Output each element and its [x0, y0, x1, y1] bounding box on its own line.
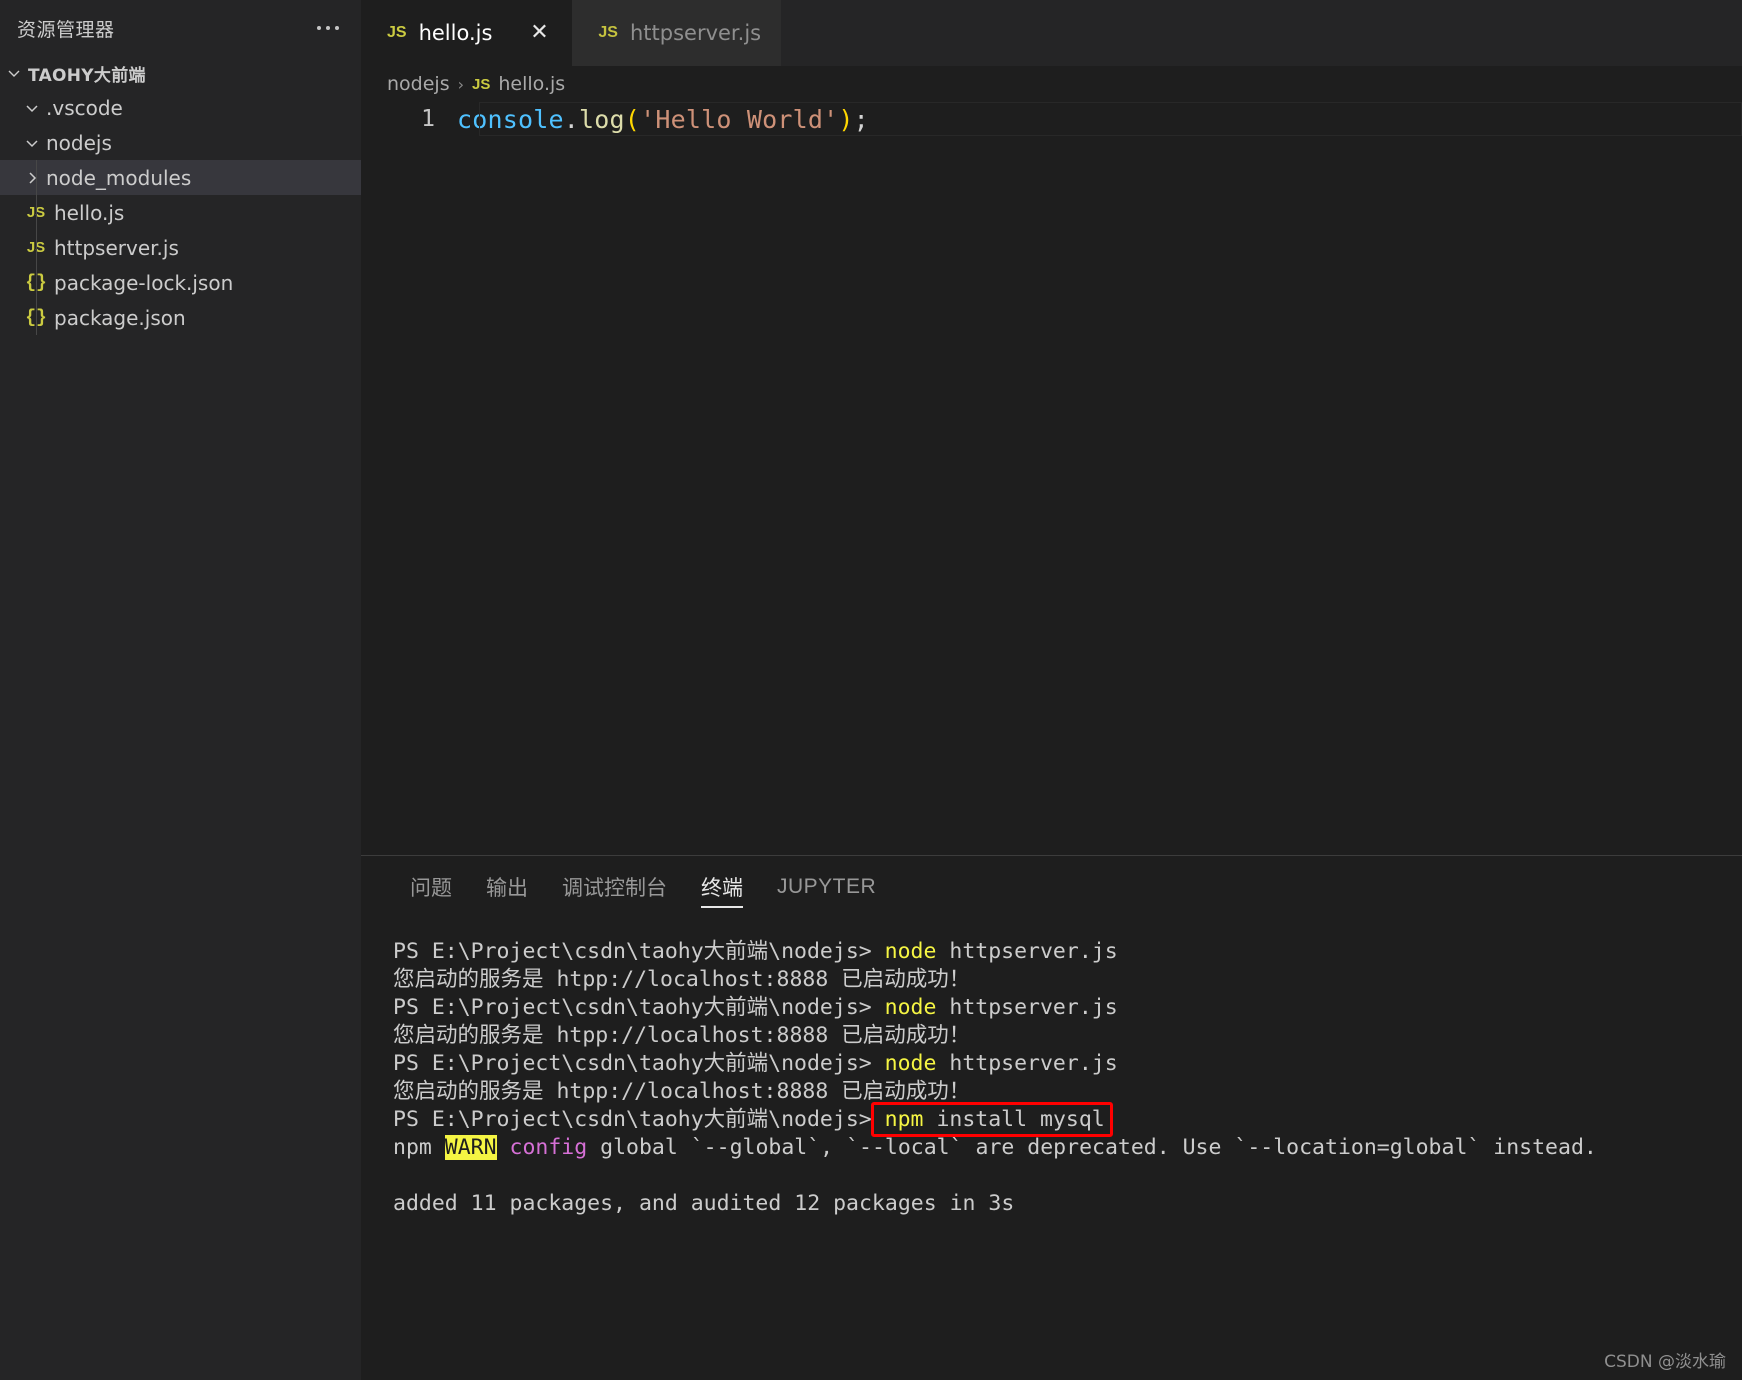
panel-tab-jupyter[interactable]: JUPYTER — [760, 856, 893, 918]
terminal-space — [497, 1135, 510, 1160]
panel-tab-problems[interactable]: 问题 — [393, 856, 469, 918]
terminal-line-warning: npm WARN config global `--global`, `--lo… — [393, 1134, 1742, 1162]
terminal-output[interactable]: PS E:\Project\csdn\taohy大前端\nodejs> node… — [361, 918, 1742, 1380]
tree-root-taohy[interactable]: TAOHY大前端 — [0, 56, 361, 90]
explorer-header: 资源管理器 — [0, 0, 361, 56]
sidebar-item-package-json[interactable]: {} package.json — [0, 300, 361, 335]
chevron-down-icon — [18, 100, 46, 116]
sidebar-item-label: httpserver.js — [54, 235, 179, 260]
sidebar-item-nodejs[interactable]: nodejs — [0, 125, 361, 160]
tab-hello-js[interactable]: JS hello.js ✕ — [361, 0, 573, 66]
terminal-args: install mysql — [923, 1107, 1105, 1132]
indent-guide — [36, 230, 37, 265]
terminal-command: node — [884, 995, 937, 1020]
tree-root-label: TAOHY大前端 — [28, 65, 146, 86]
sidebar-item-vscode[interactable]: .vscode — [0, 90, 361, 125]
sidebar-item-package-lock-json[interactable]: {} package-lock.json — [0, 265, 361, 300]
explorer-sidebar: 资源管理器 TAOHY大前端 .vscode nodejs node_modul… — [0, 0, 361, 1380]
warn-badge: WARN — [444, 1135, 497, 1160]
terminal-line: PS E:\Project\csdn\taohy大前端\nodejs> node… — [393, 1050, 1742, 1078]
js-file-icon: JS — [472, 75, 491, 93]
chevron-down-icon — [0, 66, 28, 80]
terminal-line: PS E:\Project\csdn\taohy大前端\nodejs> node… — [393, 994, 1742, 1022]
tab-httpserver-js[interactable]: JS httpserver.js — [572, 0, 782, 66]
chevron-down-icon — [18, 135, 46, 151]
terminal-args: httpserver.js — [936, 939, 1118, 964]
sidebar-item-label: package.json — [54, 305, 186, 330]
file-tree: TAOHY大前端 .vscode nodejs node_modules JS … — [0, 56, 361, 335]
explorer-title: 资源管理器 — [17, 18, 115, 41]
terminal-line-result: added 11 packages, and audited 12 packag… — [393, 1190, 1742, 1218]
sidebar-item-node-modules[interactable]: node_modules — [0, 160, 361, 195]
tab-label: hello.js — [418, 21, 493, 45]
terminal-line: PS E:\Project\csdn\taohy大前端\nodejs> node… — [393, 938, 1742, 966]
terminal-config-token: config — [509, 1135, 588, 1160]
sidebar-item-label: package-lock.json — [54, 270, 234, 295]
terminal-command: npm — [884, 1107, 924, 1132]
indent-guide — [36, 265, 37, 300]
indent-guide — [36, 195, 37, 230]
sidebar-item-label: hello.js — [54, 200, 125, 225]
breadcrumb-folder[interactable]: nodejs — [387, 73, 450, 95]
tab-label: httpserver.js — [629, 21, 762, 45]
terminal-prompt: PS E:\Project\csdn\taohy大前端\nodejs> — [393, 939, 885, 964]
panel-tabbar: 问题 输出 调试控制台 终端 JUPYTER — [361, 856, 1742, 918]
indent-guide — [36, 160, 37, 195]
terminal-line: 您启动的服务是 htpp://localhost:8888 已启动成功！ — [393, 1022, 1742, 1050]
js-file-icon: JS — [598, 24, 618, 41]
terminal-args: httpserver.js — [936, 995, 1118, 1020]
terminal-command: node — [884, 1051, 937, 1076]
terminal-line-npm-install: PS E:\Project\csdn\taohy大前端\nodejs> npm … — [393, 1106, 1742, 1134]
indent-guide — [36, 300, 37, 335]
editor-tabbar: JS hello.js ✕ JS httpserver.js — [361, 0, 1742, 66]
main-area: JS hello.js ✕ JS httpserver.js nodejs › … — [361, 0, 1742, 1380]
js-file-icon: JS — [387, 24, 407, 41]
sidebar-item-hello-js[interactable]: JS hello.js — [0, 195, 361, 230]
sidebar-item-label: .vscode — [46, 95, 123, 120]
sidebar-item-httpserver-js[interactable]: JS httpserver.js — [0, 230, 361, 265]
chevron-right-icon: › — [457, 74, 465, 94]
vscode-window: 资源管理器 TAOHY大前端 .vscode nodejs node_modul… — [0, 0, 1742, 1380]
panel-tab-terminal[interactable]: 终端 — [684, 856, 760, 918]
terminal-warn-message: global `--global`, `--local` are depreca… — [587, 1135, 1597, 1160]
sidebar-item-label: nodejs — [46, 130, 112, 155]
terminal-text: 您启动的服务是 htpp://localhost:8888 已启动成功！ — [393, 1023, 971, 1048]
terminal-command: node — [884, 939, 937, 964]
terminal-line: 您启动的服务是 htpp://localhost:8888 已启动成功！ — [393, 1078, 1742, 1106]
breadcrumb-file[interactable]: hello.js — [498, 73, 565, 95]
terminal-line: 您启动的服务是 htpp://localhost:8888 已启动成功！ — [393, 966, 1742, 994]
chevron-right-icon — [18, 170, 46, 186]
terminal-prompt: PS E:\Project\csdn\taohy大前端\nodejs> — [393, 1107, 885, 1132]
terminal-text: added 11 packages, and audited 12 packag… — [393, 1191, 1015, 1216]
close-icon[interactable]: ✕ — [526, 20, 552, 46]
terminal-text: 您启动的服务是 htpp://localhost:8888 已启动成功！ — [393, 1079, 971, 1104]
terminal-prompt: PS E:\Project\csdn\taohy大前端\nodejs> — [393, 1051, 885, 1076]
terminal-args: httpserver.js — [936, 1051, 1118, 1076]
code-editor[interactable]: 1 console.log('Hello World'); — [361, 102, 1742, 855]
sidebar-item-label: node_modules — [46, 165, 192, 190]
terminal-text: 您启动的服务是 htpp://localhost:8888 已启动成功！ — [393, 967, 971, 992]
panel-tab-output[interactable]: 输出 — [469, 856, 545, 918]
terminal-prompt: PS E:\Project\csdn\taohy大前端\nodejs> — [393, 995, 885, 1020]
terminal-text: npm — [393, 1135, 445, 1160]
bottom-panel: 问题 输出 调试控制台 终端 JUPYTER PS E:\Project\csd… — [361, 855, 1742, 1380]
ellipsis-icon[interactable] — [313, 20, 343, 36]
panel-tab-debug-console[interactable]: 调试控制台 — [545, 856, 684, 918]
watermark: CSDN @淡水瑜 — [1604, 1352, 1726, 1372]
line-number: 1 — [421, 106, 435, 132]
breadcrumb: nodejs › JS hello.js — [361, 66, 1742, 102]
current-line-highlight — [479, 102, 1742, 136]
